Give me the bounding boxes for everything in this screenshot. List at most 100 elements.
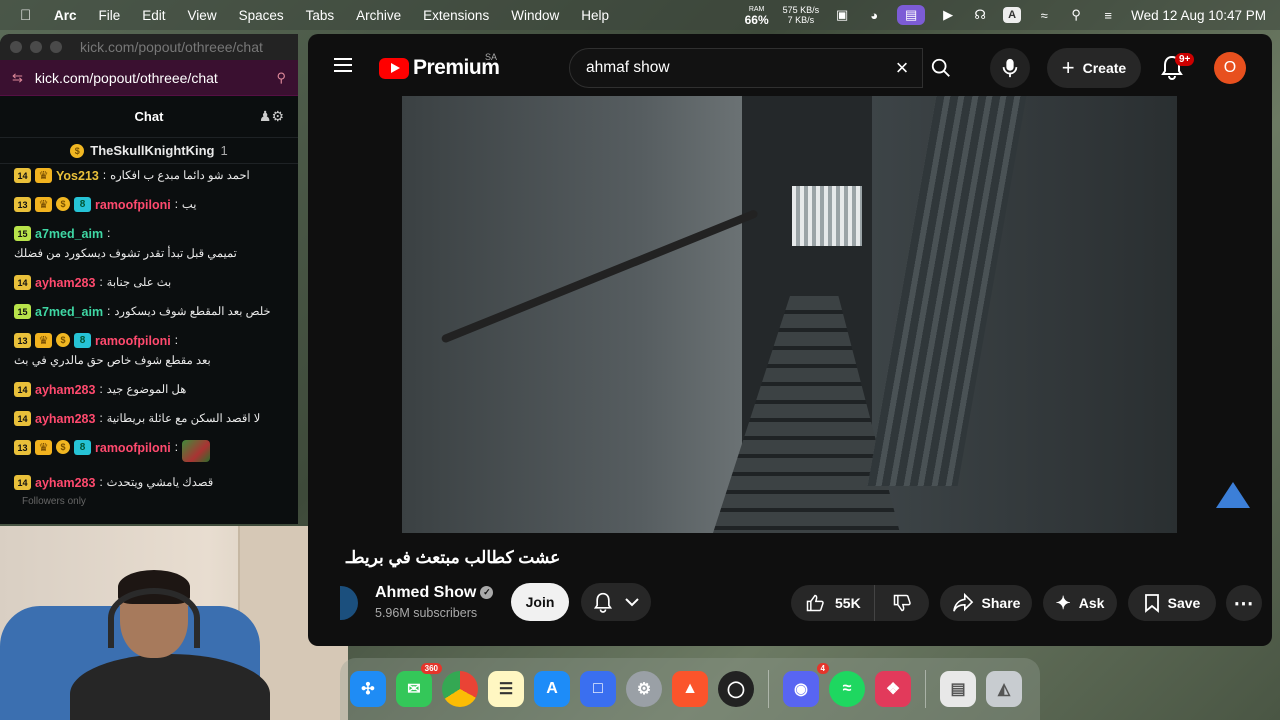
youtube-play-icon <box>379 57 409 79</box>
subscriber-count: 5.96M subscribers <box>375 606 478 620</box>
arc-icon[interactable]: ❖ <box>875 671 911 707</box>
preview-icon[interactable]: □ <box>580 671 616 707</box>
kick-url-bar[interactable]: ⇆ kick.com/popout/othreee/chat ⚲ <box>0 60 298 96</box>
save-label: Save <box>1167 595 1201 611</box>
chat-username[interactable]: ayham283 <box>35 475 95 491</box>
search-input[interactable]: ahmaf show × <box>569 48 923 88</box>
close-window-button[interactable] <box>10 41 22 53</box>
menu-extensions[interactable]: Extensions <box>423 8 489 23</box>
menu-file[interactable]: File <box>99 8 121 23</box>
safari-icon[interactable]: ✣ <box>350 671 386 707</box>
chat-username[interactable]: ramoofpiloni <box>95 440 171 456</box>
like-count: 55K <box>835 595 861 611</box>
chat-message: 13 ♛ $ 8 ramoofpiloni: <box>14 440 284 462</box>
notes-icon[interactable]: ☰ <box>488 671 524 707</box>
coin-icon: $ <box>56 440 70 454</box>
chat-username[interactable]: a7med_aim <box>35 304 103 320</box>
spotlight-search-icon[interactable]: ⚲ <box>1067 6 1085 24</box>
more-actions-button[interactable]: ⋯ <box>1226 585 1262 621</box>
menu-app-name[interactable]: Arc <box>54 8 77 23</box>
chat-text: قصدك يامشي ويتحدث <box>106 477 214 489</box>
youtube-premium-logo[interactable]: Premium SA <box>379 52 500 80</box>
messages-icon[interactable]: ✉ 360 <box>396 663 442 707</box>
control-center-icon[interactable]: ≡ <box>1099 6 1117 24</box>
app-store-icon[interactable]: A <box>534 671 570 707</box>
dock-separator <box>925 670 926 708</box>
ask-label: Ask <box>1078 595 1105 611</box>
chat-message: 15 a7med_aim: خلص بعد المقطع شوف ديسكورد <box>14 304 284 320</box>
notifications-button[interactable]: 9+ <box>1160 53 1195 82</box>
account-avatar[interactable]: O <box>1214 52 1246 84</box>
minimize-window-button[interactable] <box>30 41 42 53</box>
chat-username[interactable]: ayham283 <box>35 382 95 398</box>
subscription-bell-button[interactable] <box>581 583 651 621</box>
kick-url[interactable]: kick.com/popout/othreee/chat <box>35 70 265 86</box>
plus-icon: + <box>1061 55 1075 80</box>
chrome-icon[interactable] <box>442 671 478 707</box>
chat-username[interactable]: a7med_aim <box>35 226 103 242</box>
chat-text: خلص بعد المقطع شوف ديسكورد <box>114 306 271 318</box>
system-settings-icon[interactable]: ⚙ <box>626 671 662 707</box>
chat-text: هل الموضوع جيد <box>106 384 187 396</box>
user-list-icon[interactable]: ♟⚙ <box>259 108 284 125</box>
menu-window[interactable]: Window <box>511 8 559 23</box>
menu-edit[interactable]: Edit <box>142 8 165 23</box>
screen-record-icon[interactable]: ▤ <box>897 5 926 25</box>
ram-stat[interactable]: RAM 66% <box>745 5 769 26</box>
chat-username[interactable]: ayham283 <box>35 411 95 427</box>
search-button[interactable] <box>923 48 959 88</box>
ask-button[interactable]: ✦ Ask <box>1043 585 1117 621</box>
site-settings-icon[interactable]: ⇆ <box>12 70 23 86</box>
chat-message: 14 ayham283: لا اقصد السكن مع عائلة بريط… <box>14 411 284 427</box>
spotify-icon[interactable]: ≈ <box>829 671 865 707</box>
channel-name[interactable]: Ahmed Show <box>375 584 476 601</box>
net-down: 7 KB/s <box>787 15 815 25</box>
play-circle-icon[interactable]: ▶ <box>939 6 957 24</box>
search-icon[interactable]: ⚲ <box>276 70 286 86</box>
save-button[interactable]: Save <box>1128 585 1216 621</box>
chat-message: 13 ♛ $ 8 ramoofpiloni: يب <box>14 197 284 213</box>
screenshot-icon[interactable]: ▣ <box>833 6 851 24</box>
chat-header-label: Chat <box>134 109 164 124</box>
apple-menu-icon[interactable]:  <box>20 7 36 24</box>
activity-icon[interactable]: ◕ <box>865 6 883 24</box>
zoom-window-button[interactable] <box>50 41 62 53</box>
like-button[interactable]: 55K <box>791 585 875 621</box>
chat-username[interactable]: ramoofpiloni <box>95 197 171 213</box>
menu-icon[interactable] <box>334 58 352 72</box>
dislike-button[interactable] <box>875 585 929 621</box>
menu-spaces[interactable]: Spaces <box>239 8 284 23</box>
share-button[interactable]: Share <box>940 585 1032 621</box>
menu-tabs[interactable]: Tabs <box>306 8 335 23</box>
headphones-icon[interactable]: ☊ <box>971 6 989 24</box>
chat-username[interactable]: Yos213 <box>56 168 99 184</box>
create-button[interactable]: + Create <box>1047 48 1141 88</box>
documents-folder-icon[interactable]: ▤ <box>940 671 976 707</box>
obs-icon[interactable]: ◯ <box>718 671 754 707</box>
video-player[interactable] <box>402 96 1177 533</box>
discord-icon[interactable]: ◉ 4 <box>783 663 829 707</box>
channel-avatar[interactable] <box>340 586 358 620</box>
menu-help[interactable]: Help <box>581 8 609 23</box>
voice-search-button[interactable] <box>990 48 1030 88</box>
wifi-icon[interactable]: ≈ <box>1035 6 1053 24</box>
chat-username[interactable]: ayham283 <box>35 275 95 291</box>
brave-icon[interactable]: ▲ <box>672 671 708 707</box>
input-source-icon[interactable]: A <box>1003 7 1022 23</box>
join-button[interactable]: Join <box>511 583 569 621</box>
trash-icon[interactable]: ◭ <box>986 671 1022 707</box>
network-stat[interactable]: 575 KB/s 7 KB/s <box>783 5 820 25</box>
search-icon <box>931 58 950 77</box>
menu-view[interactable]: View <box>188 8 217 23</box>
channel-name-wrap[interactable]: Ahmed Show ✓ <box>375 584 494 602</box>
sub-badge: 15 <box>14 304 31 319</box>
chat-username[interactable]: ramoofpiloni <box>95 333 171 349</box>
menu-archive[interactable]: Archive <box>356 8 401 23</box>
coin-icon: $ <box>56 333 70 347</box>
chevron-down-icon <box>625 598 639 607</box>
chat-text: لا اقصد السكن مع عائلة بريطانية <box>106 413 261 425</box>
crown-icon: ♛ <box>35 197 52 212</box>
pinned-gifter[interactable]: $ TheSkullKnightKing 1 <box>0 138 298 164</box>
menubar-clock[interactable]: Wed 12 Aug 10:47 PM <box>1131 8 1266 23</box>
clear-search-icon[interactable]: × <box>890 57 914 81</box>
